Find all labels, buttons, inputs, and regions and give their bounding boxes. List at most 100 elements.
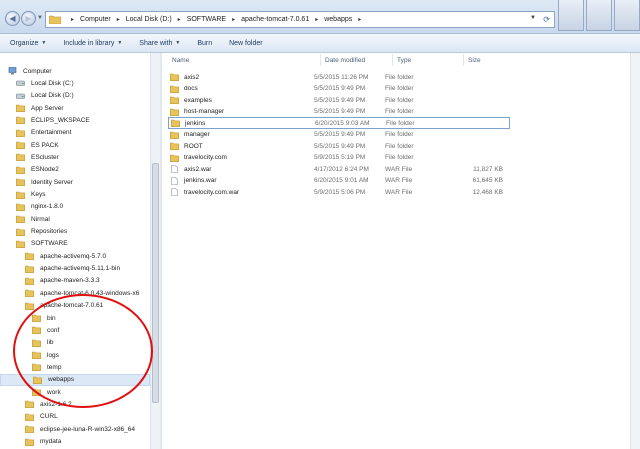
breadcrumb-local-disk-d[interactable]: Local Disk (D:) [126, 16, 172, 23]
nav-item-label: ECLIPS_WKSPACE [31, 116, 90, 124]
file-date: 5/5/2015 9:49 PM [314, 85, 366, 92]
folder-icon [16, 228, 25, 236]
file-name-cell: host-manager [168, 108, 314, 116]
nav-item[interactable]: eclipse-jee-luna-R-win32-x86_64 [25, 423, 135, 435]
nav-item[interactable]: work [32, 386, 61, 398]
nav-item[interactable]: logs [32, 349, 59, 361]
nav-item[interactable]: ECLIPS_WKSPACE [16, 114, 90, 126]
nav-item[interactable]: axis2-1.6.2 [25, 398, 72, 410]
nav-item[interactable]: lib [32, 337, 54, 349]
breadcrumb-software[interactable]: SOFTWARE [187, 16, 226, 23]
file-size: 11,827 KB [473, 165, 503, 173]
share-with-button[interactable]: Share with ▼ [139, 40, 180, 47]
file-type: File folder [385, 73, 414, 81]
column-header-type[interactable]: Type [393, 53, 463, 67]
nav-item[interactable]: App Server [16, 102, 64, 114]
forward-button[interactable]: ▶ [21, 11, 36, 26]
new-folder-button[interactable]: New folder [229, 40, 262, 47]
nav-item[interactable]: CURL [25, 411, 58, 423]
nav-item-label: Nirmal [31, 215, 50, 223]
back-button[interactable]: ◀ [5, 11, 20, 26]
file-name-cell: jenkins [169, 119, 315, 127]
scrollbar-thumb[interactable] [152, 163, 159, 403]
breadcrumb-apache-tomcat[interactable]: apache-tomcat-7.0.61 [241, 16, 309, 23]
folder-icon [170, 85, 179, 93]
column-header-size[interactable]: Size [464, 53, 510, 67]
nav-item[interactable]: Nirmal [16, 213, 50, 225]
window-tab[interactable] [558, 0, 584, 31]
window-tab[interactable] [586, 0, 612, 31]
chevron-down-icon: ▼ [175, 40, 181, 46]
file-row[interactable]: ROOT 5/5/2015 9:49 PM File folder [168, 140, 510, 152]
nav-item[interactable]: Keys [16, 189, 45, 201]
file-date: 6/20/2015 9:01 AM [314, 177, 369, 184]
nav-item[interactable]: apache-activemq-5.11.1-bin [25, 263, 120, 275]
nav-item[interactable]: apache-maven-3.3.3 [25, 275, 100, 287]
chevron-down-icon: ▼ [117, 40, 123, 46]
nav-item-label: bin [47, 314, 56, 322]
file-row[interactable]: travelocity.com.war 5/9/2015 5:06 PM WAR F… [168, 186, 510, 198]
folder-icon [25, 253, 34, 261]
nav-item[interactable]: SOFTWARE [16, 238, 68, 250]
file-date: 4/17/2012 6:24 PM [314, 165, 369, 173]
nav-item-label: App Server [31, 104, 64, 112]
nav-item[interactable]: Local Disk (D:) [16, 90, 74, 102]
nav-item[interactable]: apache-tomcat-6.0.43-windows-x6 [25, 287, 139, 299]
file-row[interactable]: axis2.war 4/17/2012 6:24 PM WAR File 11,827… [168, 163, 510, 175]
file-row[interactable]: jenkins.war 6/20/2015 9:01 AM WAR File 61,6… [168, 175, 510, 187]
nav-item-label: Identity Server [31, 178, 73, 186]
file-row[interactable]: docs 5/5/2015 9:49 PM File folder [168, 83, 510, 95]
nav-item-label: eclipse-jee-luna-R-win32-x86_64 [40, 425, 136, 433]
nav-item[interactable]: Computer [8, 65, 52, 77]
breadcrumb-computer[interactable]: Computer [80, 16, 111, 23]
file-row[interactable]: examples 5/5/2015 9:49 PM File folder [168, 94, 510, 106]
nav-item[interactable]: apache-tomcat-7.0.61 [25, 300, 103, 312]
nav-item[interactable]: temp [32, 361, 61, 373]
nav-item[interactable]: Identity Server [16, 176, 73, 188]
file-name: jenkins [185, 119, 206, 127]
file-row[interactable]: travelocity.com 5/9/2015 5:19 PM File fold… [168, 152, 510, 164]
nav-item[interactable]: Local Disk (C:) [16, 77, 74, 89]
file-row[interactable]: host-manager 5/5/2015 9:49 PM File folder [168, 106, 510, 118]
nav-item[interactable]: apache-activemq-5.7.0 [25, 250, 106, 262]
include-in-library-label: Include in library [63, 39, 115, 47]
file-date: 6/20/2015 9:03 AM [315, 119, 370, 127]
file-type: WAR File [385, 188, 413, 196]
file-type: File folder [386, 119, 415, 127]
column-header-name[interactable]: Name [168, 53, 320, 67]
navigation-scrollbar[interactable] [150, 53, 160, 449]
folder-icon [171, 119, 180, 127]
file-name: axis2 [184, 73, 200, 81]
file-list-scrollbar[interactable] [630, 53, 640, 449]
include-in-library-button[interactable]: Include in library ▼ [63, 40, 122, 47]
nav-item[interactable]: bin [32, 312, 56, 324]
nav-item[interactable]: Entertainment [16, 127, 71, 139]
refresh-icon[interactable]: ⟳ [543, 15, 550, 24]
column-header-date[interactable]: Date modified [321, 53, 392, 67]
organize-button[interactable]: Organize ▼ [10, 40, 46, 47]
file-row[interactable]: manager 5/5/2015 9:49 PM File folder [168, 129, 510, 141]
file-row[interactable]: jenkins 6/20/2015 9:03 AM File folder [168, 117, 510, 129]
window-tab[interactable] [614, 0, 640, 31]
breadcrumb[interactable]: ▸ Computer ▸ Local Disk (D:) ▸ SOFTWARE … [45, 11, 555, 28]
nav-item[interactable]: mydata [25, 436, 61, 448]
file-row[interactable]: axis2 5/5/2015 11:26 PM File folder [168, 71, 510, 83]
recent-pages-dropdown[interactable]: ▼ [37, 15, 45, 23]
nav-item[interactable]: webapps [0, 373, 150, 386]
nav-item[interactable]: ESNode2 [16, 164, 59, 176]
nav-item[interactable]: conf [32, 324, 59, 336]
nav-item-label: CURL [40, 413, 58, 421]
folder-icon [16, 141, 25, 150]
folder-icon [32, 339, 41, 347]
file-name: axis2.war [184, 165, 212, 173]
nav-item[interactable]: nginx-1.8.0 [16, 201, 63, 213]
nav-item[interactable]: EScluster [16, 151, 59, 163]
burn-button[interactable]: Burn [197, 40, 212, 47]
breadcrumb-webapps[interactable]: webapps [324, 16, 352, 23]
file-name: jenkins.war [184, 177, 217, 184]
nav-item-label: apache-tomcat-7.0.61 [40, 302, 104, 310]
nav-item[interactable]: ES PACK [16, 139, 59, 151]
nav-item[interactable]: Repositories [16, 226, 67, 238]
file-name: docs [184, 85, 198, 92]
chevron-down-icon[interactable]: ▼ [530, 15, 536, 21]
